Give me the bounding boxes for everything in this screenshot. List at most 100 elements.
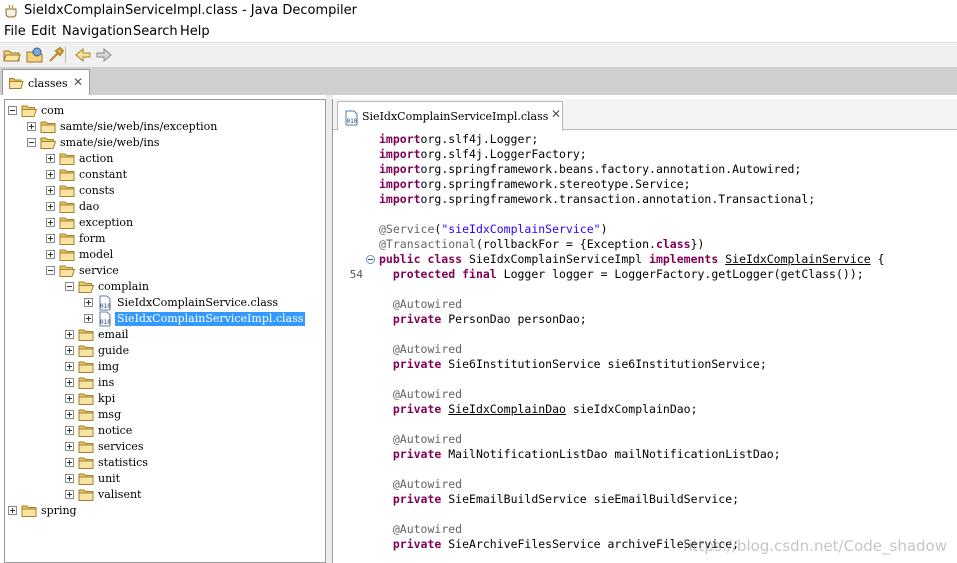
expand-icon[interactable] xyxy=(65,474,74,483)
tree-node[interactable]: dao xyxy=(5,199,325,215)
tree-node[interactable]: spring xyxy=(5,503,325,519)
expand-icon[interactable] xyxy=(65,362,74,371)
expand-icon[interactable] xyxy=(65,490,74,499)
tree-node[interactable]: consts xyxy=(5,183,325,199)
code-line: @Transactional(rollbackFor = {Exception.… xyxy=(379,237,705,251)
expand-icon[interactable] xyxy=(27,122,36,131)
tree-node[interactable]: unit xyxy=(5,471,325,487)
code-line: @Autowired xyxy=(392,522,463,536)
tree-node[interactable]: statistics xyxy=(5,455,325,471)
expand-icon[interactable] xyxy=(84,298,93,307)
folder-icon xyxy=(78,409,94,421)
tab-classes[interactable]: classes ✕ xyxy=(2,69,90,95)
fold-collapse-icon[interactable] xyxy=(366,255,375,264)
tree-node-label: ins xyxy=(98,376,115,389)
tree-node-label: kpi xyxy=(98,392,116,405)
package-tree: com samte/sie/web/ins/exception smate/sie/… xyxy=(4,99,326,563)
tree-node[interactable]: services xyxy=(5,439,325,455)
archive-tab-strip: classes ✕ xyxy=(0,67,957,95)
tree-node-label: consts xyxy=(79,184,115,197)
folder-icon xyxy=(78,441,94,453)
close-icon[interactable]: ✕ xyxy=(551,107,561,121)
expand-icon[interactable] xyxy=(46,186,55,195)
tree-node[interactable]: smate/sie/web/ins xyxy=(5,135,325,151)
tree-node[interactable]: notice xyxy=(5,423,325,439)
code-line: @Autowired xyxy=(392,432,463,446)
tree-node[interactable]: 010 SieIdxComplainService.class xyxy=(5,295,325,311)
folder-icon xyxy=(59,249,75,261)
tree-node-label: unit xyxy=(98,472,121,485)
tree-node[interactable]: email xyxy=(5,327,325,343)
folder-icon xyxy=(78,329,94,341)
tree-node[interactable]: service xyxy=(5,263,325,279)
tree-node[interactable]: msg xyxy=(5,407,325,423)
expand-icon[interactable] xyxy=(65,442,74,451)
tab-sieidxcomplainserviceimpl[interactable]: 010 SieIdxComplainServiceImpl.class ✕ xyxy=(337,101,563,131)
tree-node[interactable]: exception xyxy=(5,215,325,231)
tree-node[interactable]: com xyxy=(5,103,325,119)
forward-arrow-icon[interactable] xyxy=(95,46,113,64)
tree-node[interactable]: form xyxy=(5,231,325,247)
code-line: importorg.springframework.beans.factory.… xyxy=(379,162,802,176)
tree-node-label: constant xyxy=(79,168,127,181)
tree-node[interactable]: complain xyxy=(5,279,325,295)
expand-icon[interactable] xyxy=(46,202,55,211)
expand-icon[interactable] xyxy=(46,154,55,163)
title-bar: SieIdxComplainServiceImpl.class - Java D… xyxy=(0,0,957,22)
tree-node[interactable]: valisent xyxy=(5,487,325,503)
close-icon[interactable]: ✕ xyxy=(73,75,83,89)
collapse-icon[interactable] xyxy=(8,106,17,115)
code-line: importorg.slf4j.LoggerFactory; xyxy=(379,147,587,161)
menu-search[interactable]: Search xyxy=(133,24,178,39)
svg-text:010: 010 xyxy=(100,319,111,326)
tree-node[interactable]: guide xyxy=(5,343,325,359)
tree-node[interactable]: 010 SieIdxComplainServiceImpl.class xyxy=(5,311,325,327)
collapse-icon[interactable] xyxy=(46,266,55,275)
expand-icon[interactable] xyxy=(65,458,74,467)
open-type-hierarchy-icon[interactable] xyxy=(47,46,65,64)
expand-icon[interactable] xyxy=(46,218,55,227)
expand-icon[interactable] xyxy=(65,394,74,403)
expand-icon[interactable] xyxy=(65,426,74,435)
code-line: @Autowired xyxy=(392,297,463,311)
source-code-view[interactable]: importorg.slf4j.Logger; importorg.slf4j.L… xyxy=(377,130,957,563)
tree-node-label: form xyxy=(79,232,106,245)
expand-icon[interactable] xyxy=(65,346,74,355)
tree-node[interactable]: model xyxy=(5,247,325,263)
expand-icon[interactable] xyxy=(65,330,74,339)
tree-node-label: notice xyxy=(98,424,133,437)
expand-icon[interactable] xyxy=(46,250,55,259)
expand-icon[interactable] xyxy=(84,314,93,323)
folder-open-icon xyxy=(21,105,37,117)
expand-icon[interactable] xyxy=(65,378,74,387)
expand-icon[interactable] xyxy=(65,410,74,419)
tree-node-label: model xyxy=(79,248,114,261)
menu-navigation[interactable]: Navigation xyxy=(62,24,132,39)
menu-edit[interactable]: Edit xyxy=(31,24,56,39)
open-type-icon[interactable] xyxy=(26,46,44,64)
expand-icon[interactable] xyxy=(46,170,55,179)
collapse-icon[interactable] xyxy=(27,138,36,147)
tree-node-label: spring xyxy=(41,504,77,517)
tree-node[interactable]: kpi xyxy=(5,391,325,407)
code-line: importorg.springframework.stereotype.Ser… xyxy=(379,177,691,191)
menu-help[interactable]: Help xyxy=(180,24,210,39)
menu-file[interactable]: File xyxy=(4,24,26,39)
expand-icon[interactable] xyxy=(46,234,55,243)
menu-bar: File Edit Navigation Search Help xyxy=(0,22,957,42)
open-file-icon[interactable] xyxy=(3,46,21,64)
tree-node[interactable]: samte/sie/web/ins/exception xyxy=(5,119,325,135)
folder-icon xyxy=(59,217,75,229)
back-arrow-icon[interactable] xyxy=(74,46,92,64)
tree-node[interactable]: action xyxy=(5,151,325,167)
code-line: importorg.slf4j.Logger; xyxy=(379,132,539,146)
tree-node-label: guide xyxy=(98,344,130,357)
collapse-icon[interactable] xyxy=(65,282,74,291)
expand-icon[interactable] xyxy=(8,506,17,515)
tree-node[interactable]: img xyxy=(5,359,325,375)
folder-icon xyxy=(59,185,75,197)
tree-node-label: action xyxy=(79,152,114,165)
tree-node[interactable]: ins xyxy=(5,375,325,391)
tree-node[interactable]: constant xyxy=(5,167,325,183)
folder-icon xyxy=(78,361,94,373)
